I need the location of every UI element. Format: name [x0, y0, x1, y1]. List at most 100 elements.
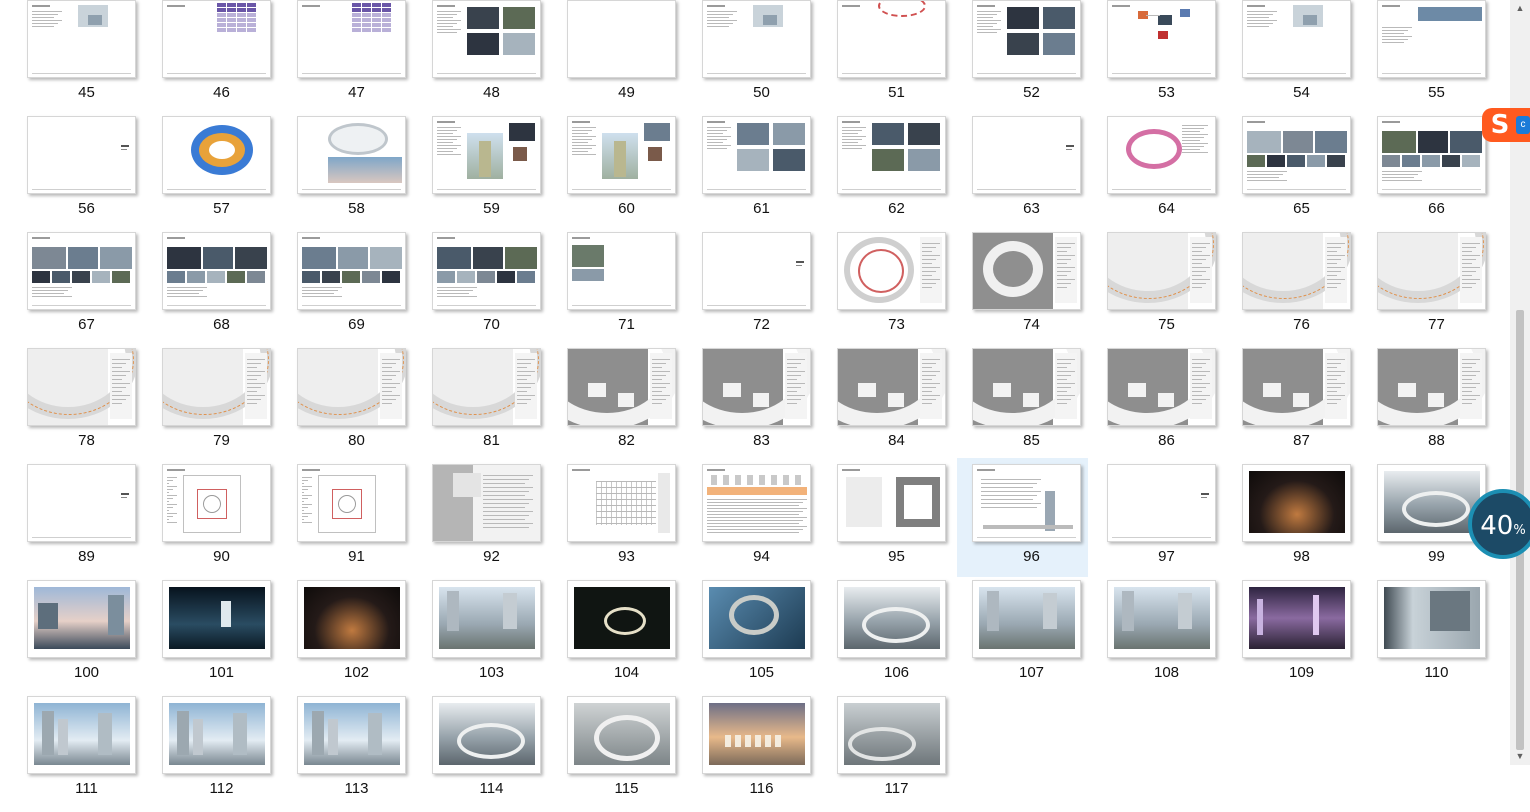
thumbnail-image[interactable] [27, 232, 136, 310]
thumbnail-image[interactable] [432, 696, 541, 774]
thumbnail-image[interactable] [162, 0, 271, 78]
thumbnail-item-104[interactable]: 104 [559, 580, 694, 696]
thumbnail-item-49[interactable]: 49 [559, 0, 694, 116]
thumbnail-image[interactable] [1107, 0, 1216, 78]
thumbnail-item-111[interactable]: 111 [19, 696, 154, 812]
thumbnail-image[interactable] [27, 464, 136, 542]
thumbnail-item-108[interactable]: 108 [1099, 580, 1234, 696]
thumbnail-image[interactable] [432, 464, 541, 542]
thumbnail-item-58[interactable]: 58 [289, 116, 424, 232]
thumbnail-item-81[interactable]: 81 [424, 348, 559, 464]
thumbnail-image[interactable] [432, 0, 541, 78]
thumbnail-item-117[interactable]: 117 [829, 696, 964, 812]
thumbnail-item-80[interactable]: 80 [289, 348, 424, 464]
thumbnail-image[interactable] [297, 232, 406, 310]
thumbnail-image[interactable] [567, 0, 676, 78]
thumbnail-item-52[interactable]: 52 [964, 0, 1099, 116]
thumbnail-image[interactable] [297, 0, 406, 78]
thumbnail-item-69[interactable]: 69 [289, 232, 424, 348]
thumbnail-item-110[interactable]: 110 [1369, 580, 1504, 696]
thumbnail-image[interactable] [432, 232, 541, 310]
thumbnail-image[interactable] [702, 696, 811, 774]
thumbnail-image[interactable] [1107, 232, 1216, 310]
thumbnail-image[interactable] [1242, 0, 1351, 78]
thumbnail-image[interactable] [27, 696, 136, 774]
thumbnail-image[interactable] [162, 464, 271, 542]
thumbnail-image[interactable] [1107, 464, 1216, 542]
thumbnail-item-48[interactable]: 48 [424, 0, 559, 116]
thumbnail-item-106[interactable]: 106 [829, 580, 964, 696]
thumbnail-image[interactable] [972, 348, 1081, 426]
thumbnail-image[interactable] [27, 348, 136, 426]
thumbnail-image[interactable] [1107, 116, 1216, 194]
thumbnail-image[interactable] [972, 0, 1081, 78]
scroll-up-arrow-icon[interactable]: ▲ [1510, 0, 1530, 17]
ime-floating-badge[interactable]: S c [1482, 108, 1530, 142]
thumbnail-image[interactable] [702, 464, 811, 542]
thumbnail-item-72[interactable]: 72 [694, 232, 829, 348]
thumbnail-item-93[interactable]: 93 [559, 464, 694, 580]
thumbnail-image[interactable] [162, 348, 271, 426]
thumbnail-item-115[interactable]: 115 [559, 696, 694, 812]
thumbnail-image[interactable] [1377, 0, 1486, 78]
thumbnail-image[interactable] [567, 232, 676, 310]
thumbnail-image[interactable] [837, 580, 946, 658]
thumbnail-item-103[interactable]: 103 [424, 580, 559, 696]
thumbnail-image[interactable] [702, 116, 811, 194]
thumbnail-image[interactable] [297, 696, 406, 774]
thumbnail-image[interactable] [837, 464, 946, 542]
thumbnail-item-92[interactable]: 92 [424, 464, 559, 580]
thumbnail-item-46[interactable]: 46 [154, 0, 289, 116]
thumbnail-item-95[interactable]: 95 [829, 464, 964, 580]
thumbnail-item-62[interactable]: 62 [829, 116, 964, 232]
thumbnail-image[interactable] [1107, 348, 1216, 426]
thumbnail-image[interactable] [162, 116, 271, 194]
thumbnail-image[interactable] [972, 464, 1081, 542]
thumbnail-item-74[interactable]: 74 [964, 232, 1099, 348]
thumbnail-image[interactable] [702, 348, 811, 426]
thumbnail-image[interactable] [297, 580, 406, 658]
thumbnail-image[interactable] [27, 0, 136, 78]
thumbnail-image[interactable] [567, 464, 676, 542]
thumbnail-image[interactable] [567, 696, 676, 774]
thumbnail-item-50[interactable]: 50 [694, 0, 829, 116]
thumbnail-item-73[interactable]: 73 [829, 232, 964, 348]
thumbnail-item-88[interactable]: 88 [1369, 348, 1504, 464]
thumbnail-item-107[interactable]: 107 [964, 580, 1099, 696]
thumbnail-item-65[interactable]: 65 [1234, 116, 1369, 232]
thumbnail-item-101[interactable]: 101 [154, 580, 289, 696]
thumbnail-item-105[interactable]: 105 [694, 580, 829, 696]
thumbnail-image[interactable] [27, 116, 136, 194]
thumbnail-item-64[interactable]: 64 [1099, 116, 1234, 232]
thumbnail-image[interactable] [1242, 116, 1351, 194]
thumbnail-item-96[interactable]: 96 [957, 458, 1088, 577]
thumbnail-image[interactable] [297, 464, 406, 542]
thumbnail-image[interactable] [1242, 580, 1351, 658]
thumbnail-image[interactable] [162, 696, 271, 774]
thumbnail-item-70[interactable]: 70 [424, 232, 559, 348]
thumbnail-image[interactable] [1377, 580, 1486, 658]
thumbnail-image[interactable] [297, 116, 406, 194]
thumbnail-image[interactable] [837, 696, 946, 774]
thumbnail-item-102[interactable]: 102 [289, 580, 424, 696]
thumbnail-image[interactable] [432, 580, 541, 658]
thumbnail-item-77[interactable]: 77 [1369, 232, 1504, 348]
thumbnail-image[interactable] [972, 116, 1081, 194]
thumbnail-image[interactable] [972, 232, 1081, 310]
thumbnail-image[interactable] [837, 232, 946, 310]
thumbnail-image[interactable] [702, 580, 811, 658]
thumbnail-item-113[interactable]: 113 [289, 696, 424, 812]
thumbnail-image[interactable] [27, 580, 136, 658]
thumbnail-item-75[interactable]: 75 [1099, 232, 1234, 348]
thumbnail-item-94[interactable]: 94 [694, 464, 829, 580]
thumbnail-item-82[interactable]: 82 [559, 348, 694, 464]
thumbnail-item-78[interactable]: 78 [19, 348, 154, 464]
thumbnail-image[interactable] [1107, 580, 1216, 658]
thumbnail-image[interactable] [162, 232, 271, 310]
thumbnail-item-59[interactable]: 59 [424, 116, 559, 232]
thumbnail-item-63[interactable]: 63 [964, 116, 1099, 232]
thumbnail-image[interactable] [702, 0, 811, 78]
thumbnail-image[interactable] [1377, 348, 1486, 426]
thumbnail-item-89[interactable]: 89 [19, 464, 154, 580]
thumbnail-image[interactable] [1242, 348, 1351, 426]
